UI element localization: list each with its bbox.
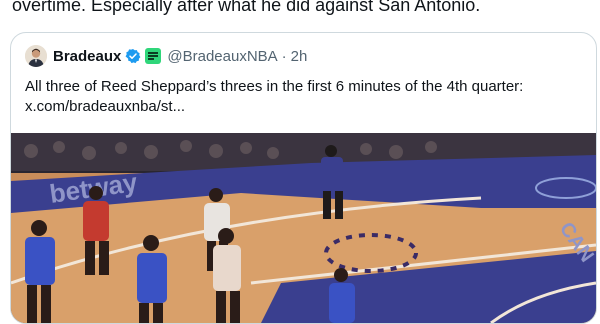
verified-badge-icon xyxy=(125,48,141,64)
brand-affiliate-icon xyxy=(145,48,162,64)
quoted-tweet-body: All three of Reed Sheppard’s threes in t… xyxy=(25,77,585,117)
handle[interactable]: @BradeauxNBA xyxy=(167,48,277,65)
tweet-text: overtime. Especially after what he did a… xyxy=(12,0,481,15)
display-name[interactable]: Bradeaux xyxy=(53,48,121,65)
quoted-tweet-header: Bradeaux @BradeauxNBA · 2h xyxy=(25,45,307,67)
video-thumbnail[interactable]: betway CAN xyxy=(11,133,596,323)
quoted-tweet-link[interactable]: x.com/bradeauxnba/st... xyxy=(25,97,585,117)
quoted-tweet-card[interactable]: Bradeaux @BradeauxNBA · 2h All three of … xyxy=(10,32,597,324)
avatar[interactable] xyxy=(25,45,47,67)
timestamp[interactable]: 2h xyxy=(291,48,308,65)
separator-dot: · xyxy=(281,47,287,65)
quoted-tweet-text: All three of Reed Sheppard’s threes in t… xyxy=(25,78,524,95)
